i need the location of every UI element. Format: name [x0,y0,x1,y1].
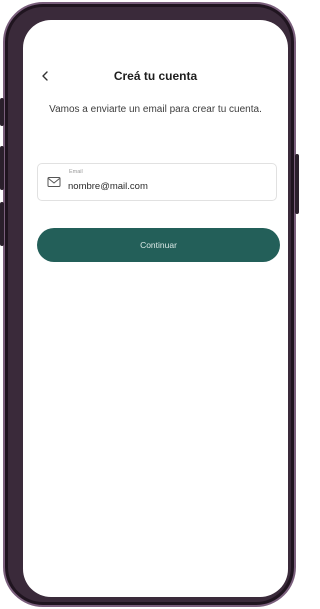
email-input[interactable] [68,178,268,194]
phone-side-button [0,98,4,126]
continue-button[interactable]: Continuar [37,228,280,262]
page: Creá tu cuenta Vamos a enviarte un email… [0,0,300,609]
instruction-text: Vamos a enviarte un email para crear tu … [49,104,262,115]
page-title: Creá tu cuenta [113,69,198,83]
phone-power-button [295,154,299,214]
phone-side-button [0,146,4,190]
phone-side-button [0,202,4,246]
app-screen: Creá tu cuenta Vamos a enviarte un email… [23,20,288,597]
phone-frame: Creá tu cuenta Vamos a enviarte un email… [0,2,299,607]
mail-icon [47,177,61,187]
email-field[interactable]: Email [37,163,277,201]
email-field-label: Email [69,169,83,175]
header: Creá tu cuenta [23,66,288,86]
